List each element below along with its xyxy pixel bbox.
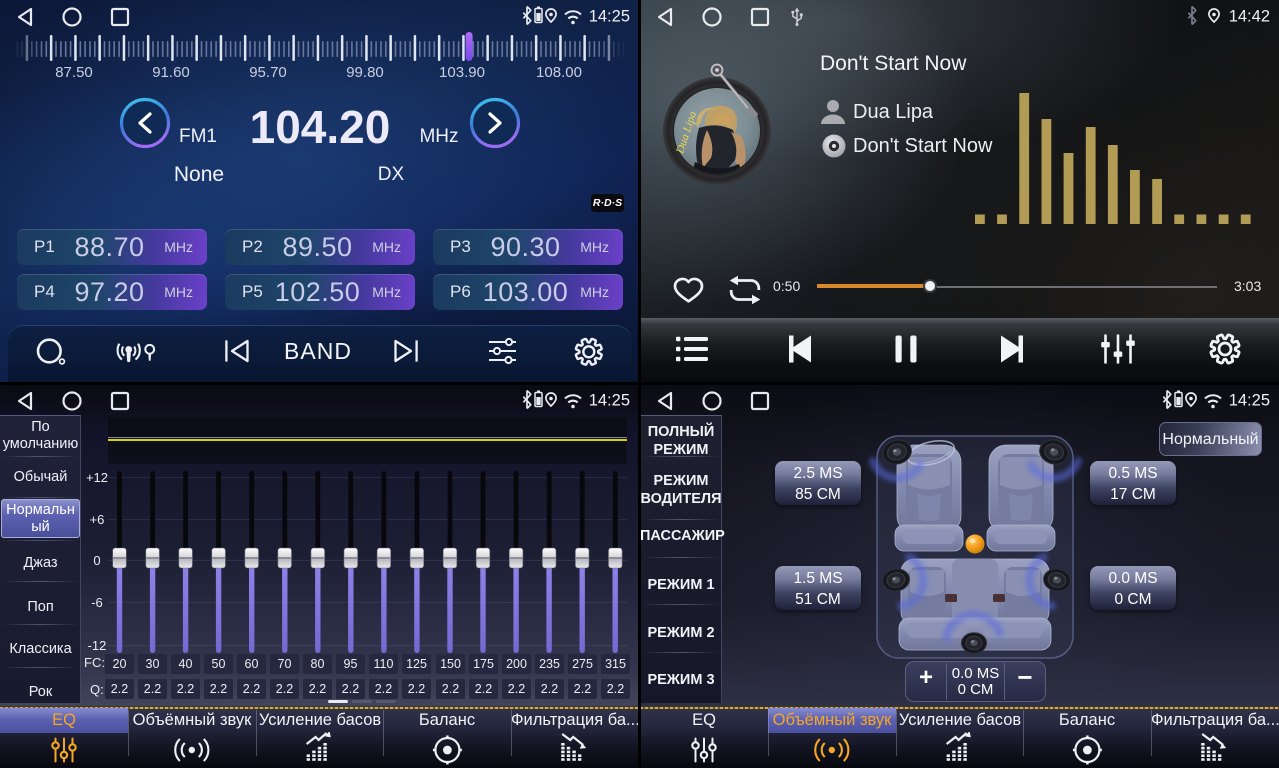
svg-text:BAND: BAND (284, 338, 352, 364)
svg-text:14:25: 14:25 (1229, 392, 1270, 410)
